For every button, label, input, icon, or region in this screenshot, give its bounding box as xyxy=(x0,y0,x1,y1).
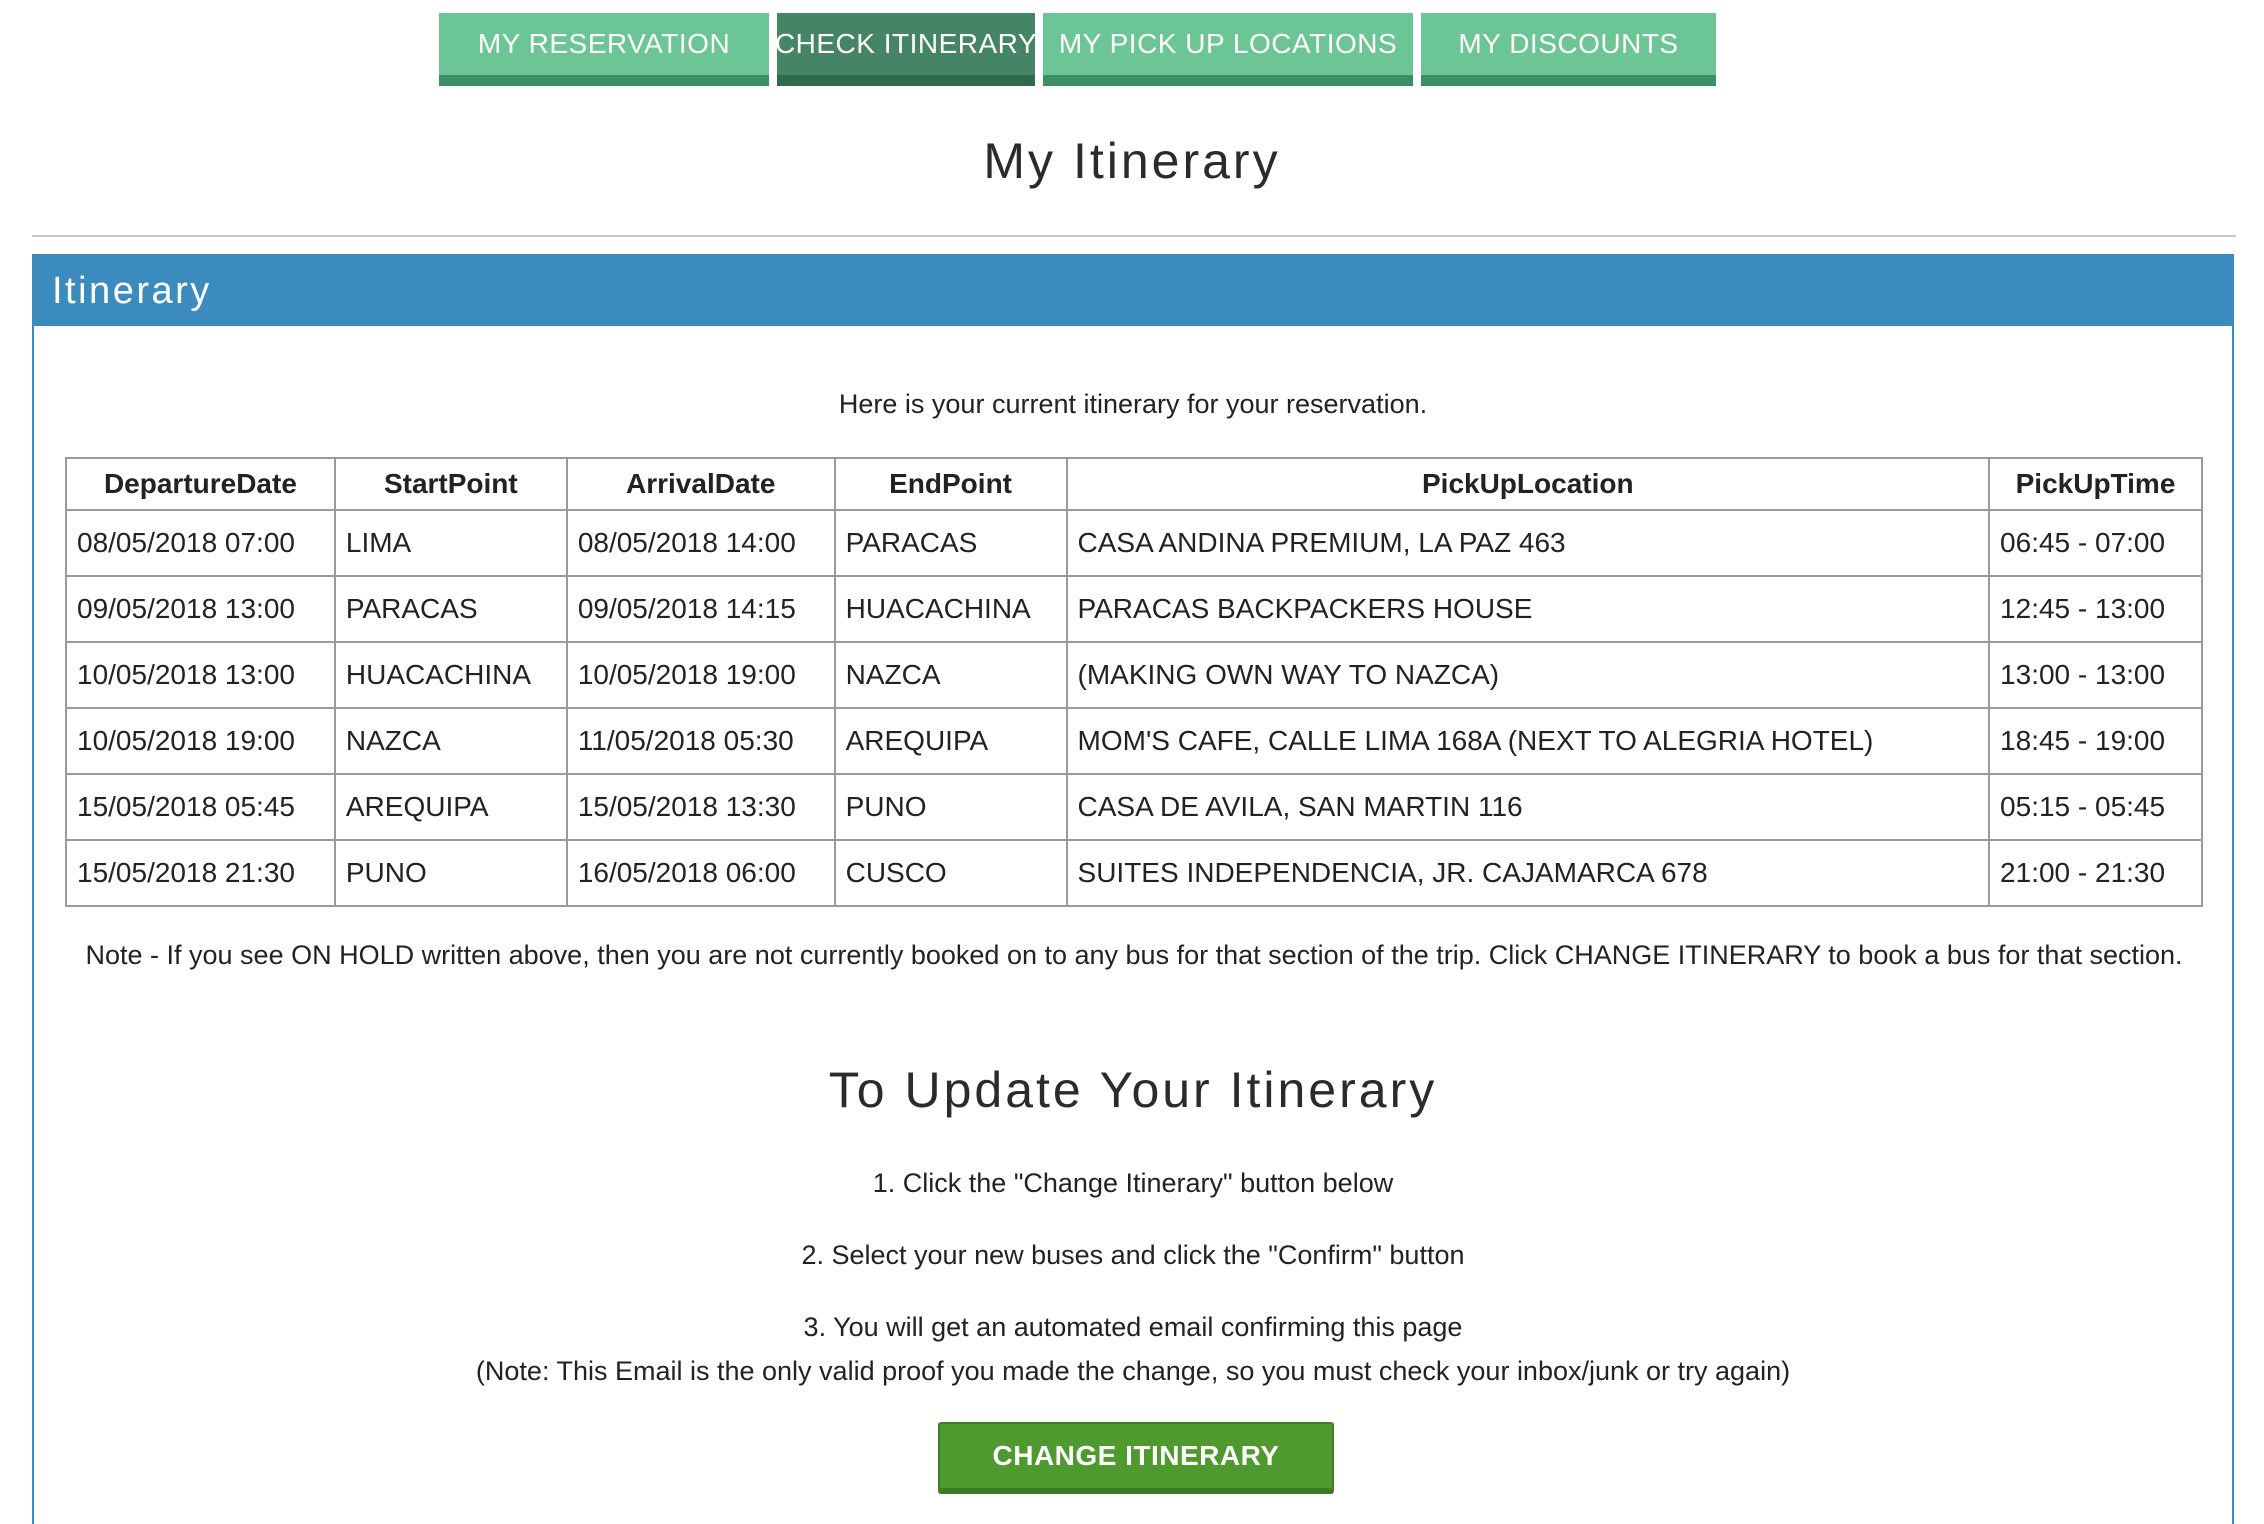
divider xyxy=(32,235,2236,237)
cell-start-point: NAZCA xyxy=(333,707,568,775)
step-3: 3. You will get an automated email confi… xyxy=(803,1312,1463,1342)
col-pickup-location: PickUpLocation xyxy=(1065,457,1991,511)
table-row: 08/05/2018 07:00 LIMA 08/05/2018 14:00 P… xyxy=(65,509,2203,577)
cell-end-point: NAZCA xyxy=(833,641,1068,709)
cell-pickup-time: 12:45 - 13:00 xyxy=(1988,575,2203,643)
col-end-point: EndPoint xyxy=(833,457,1068,511)
cell-pickup-time: 21:00 - 21:30 xyxy=(1988,839,2203,907)
change-itinerary-button[interactable]: CHANGE ITINERARY xyxy=(938,1422,1334,1494)
cell-start-point: PUNO xyxy=(333,839,568,907)
intro-text: Here is your current itinerary for your … xyxy=(838,389,1428,419)
cell-start-point: HUACACHINA xyxy=(333,641,568,709)
cell-end-point: PARACAS xyxy=(833,509,1068,577)
col-arrival-date: ArrivalDate xyxy=(565,457,836,511)
cell-arrival-date: 16/05/2018 06:00 xyxy=(565,839,836,907)
cell-departure-date: 10/05/2018 19:00 xyxy=(65,707,336,775)
cell-end-point: AREQUIPA xyxy=(833,707,1068,775)
col-pickup-time: PickUpTime xyxy=(1988,457,2203,511)
cell-departure-date: 09/05/2018 13:00 xyxy=(65,575,336,643)
table-row: 10/05/2018 19:00 NAZCA 11/05/2018 05:30 … xyxy=(65,707,2203,775)
tab-my-pick-up-locations[interactable]: MY PICK UP LOCATIONS xyxy=(1043,13,1413,86)
table-header-row: DepartureDate StartPoint ArrivalDate End… xyxy=(65,457,2203,511)
cell-end-point: HUACACHINA xyxy=(833,575,1068,643)
page-title: My Itinerary xyxy=(983,133,1281,189)
tab-check-itinerary[interactable]: CHECK ITINERARY xyxy=(775,13,1037,86)
col-departure-date: DepartureDate xyxy=(65,457,336,511)
cell-arrival-date: 09/05/2018 14:15 xyxy=(565,575,836,643)
cell-arrival-date: 08/05/2018 14:00 xyxy=(565,509,836,577)
panel-title: Itinerary xyxy=(34,256,2232,326)
cell-end-point: PUNO xyxy=(833,773,1068,841)
cell-departure-date: 15/05/2018 05:45 xyxy=(65,773,336,841)
cell-start-point: AREQUIPA xyxy=(333,773,568,841)
step-2: 2. Select your new buses and click the "… xyxy=(801,1240,1465,1270)
cell-pickup-time: 18:45 - 19:00 xyxy=(1988,707,2203,775)
cell-pickup-location: PARACAS BACKPACKERS HOUSE xyxy=(1065,575,1991,643)
cell-pickup-location: CASA ANDINA PREMIUM, LA PAZ 463 xyxy=(1065,509,1991,577)
table-row: 15/05/2018 21:30 PUNO 16/05/2018 06:00 C… xyxy=(65,839,2203,907)
update-title: To Update Your Itinerary xyxy=(828,1062,1438,1118)
cell-end-point: CUSCO xyxy=(833,839,1068,907)
cell-pickup-location: SUITES INDEPENDENCIA, JR. CAJAMARCA 678 xyxy=(1065,839,1991,907)
email-proof-note: (Note: This Email is the only valid proo… xyxy=(475,1356,1791,1386)
step-1: 1. Click the "Change Itinerary" button b… xyxy=(872,1168,1394,1198)
table-row: 10/05/2018 13:00 HUACACHINA 10/05/2018 1… xyxy=(65,641,2203,709)
cell-arrival-date: 11/05/2018 05:30 xyxy=(565,707,836,775)
cell-pickup-time: 06:45 - 07:00 xyxy=(1988,509,2203,577)
cell-pickup-location: CASA DE AVILA, SAN MARTIN 116 xyxy=(1065,773,1991,841)
cell-departure-date: 08/05/2018 07:00 xyxy=(65,509,336,577)
itinerary-table: DepartureDate StartPoint ArrivalDate End… xyxy=(65,457,2203,907)
cell-arrival-date: 15/05/2018 13:30 xyxy=(565,773,836,841)
cell-arrival-date: 10/05/2018 19:00 xyxy=(565,641,836,709)
cell-departure-date: 10/05/2018 13:00 xyxy=(65,641,336,709)
tab-my-discounts[interactable]: MY DISCOUNTS xyxy=(1421,13,1716,86)
cell-start-point: LIMA xyxy=(333,509,568,577)
table-row: 15/05/2018 05:45 AREQUIPA 15/05/2018 13:… xyxy=(65,773,2203,841)
on-hold-note: Note - If you see ON HOLD written above,… xyxy=(85,940,2183,970)
cell-start-point: PARACAS xyxy=(333,575,568,643)
cell-pickup-time: 13:00 - 13:00 xyxy=(1988,641,2203,709)
table-row: 09/05/2018 13:00 PARACAS 09/05/2018 14:1… xyxy=(65,575,2203,643)
cell-pickup-time: 05:15 - 05:45 xyxy=(1988,773,2203,841)
itinerary-panel: Itinerary Here is your current itinerary… xyxy=(32,254,2234,1524)
col-start-point: StartPoint xyxy=(333,457,568,511)
nav-tabs: MY RESERVATION CHECK ITINERARY MY PICK U… xyxy=(439,13,1716,86)
cell-pickup-location: (MAKING OWN WAY TO NAZCA) xyxy=(1065,641,1991,709)
tab-my-reservation[interactable]: MY RESERVATION xyxy=(439,13,769,86)
cell-departure-date: 15/05/2018 21:30 xyxy=(65,839,336,907)
cell-pickup-location: MOM'S CAFE, CALLE LIMA 168A (NEXT TO ALE… xyxy=(1065,707,1991,775)
